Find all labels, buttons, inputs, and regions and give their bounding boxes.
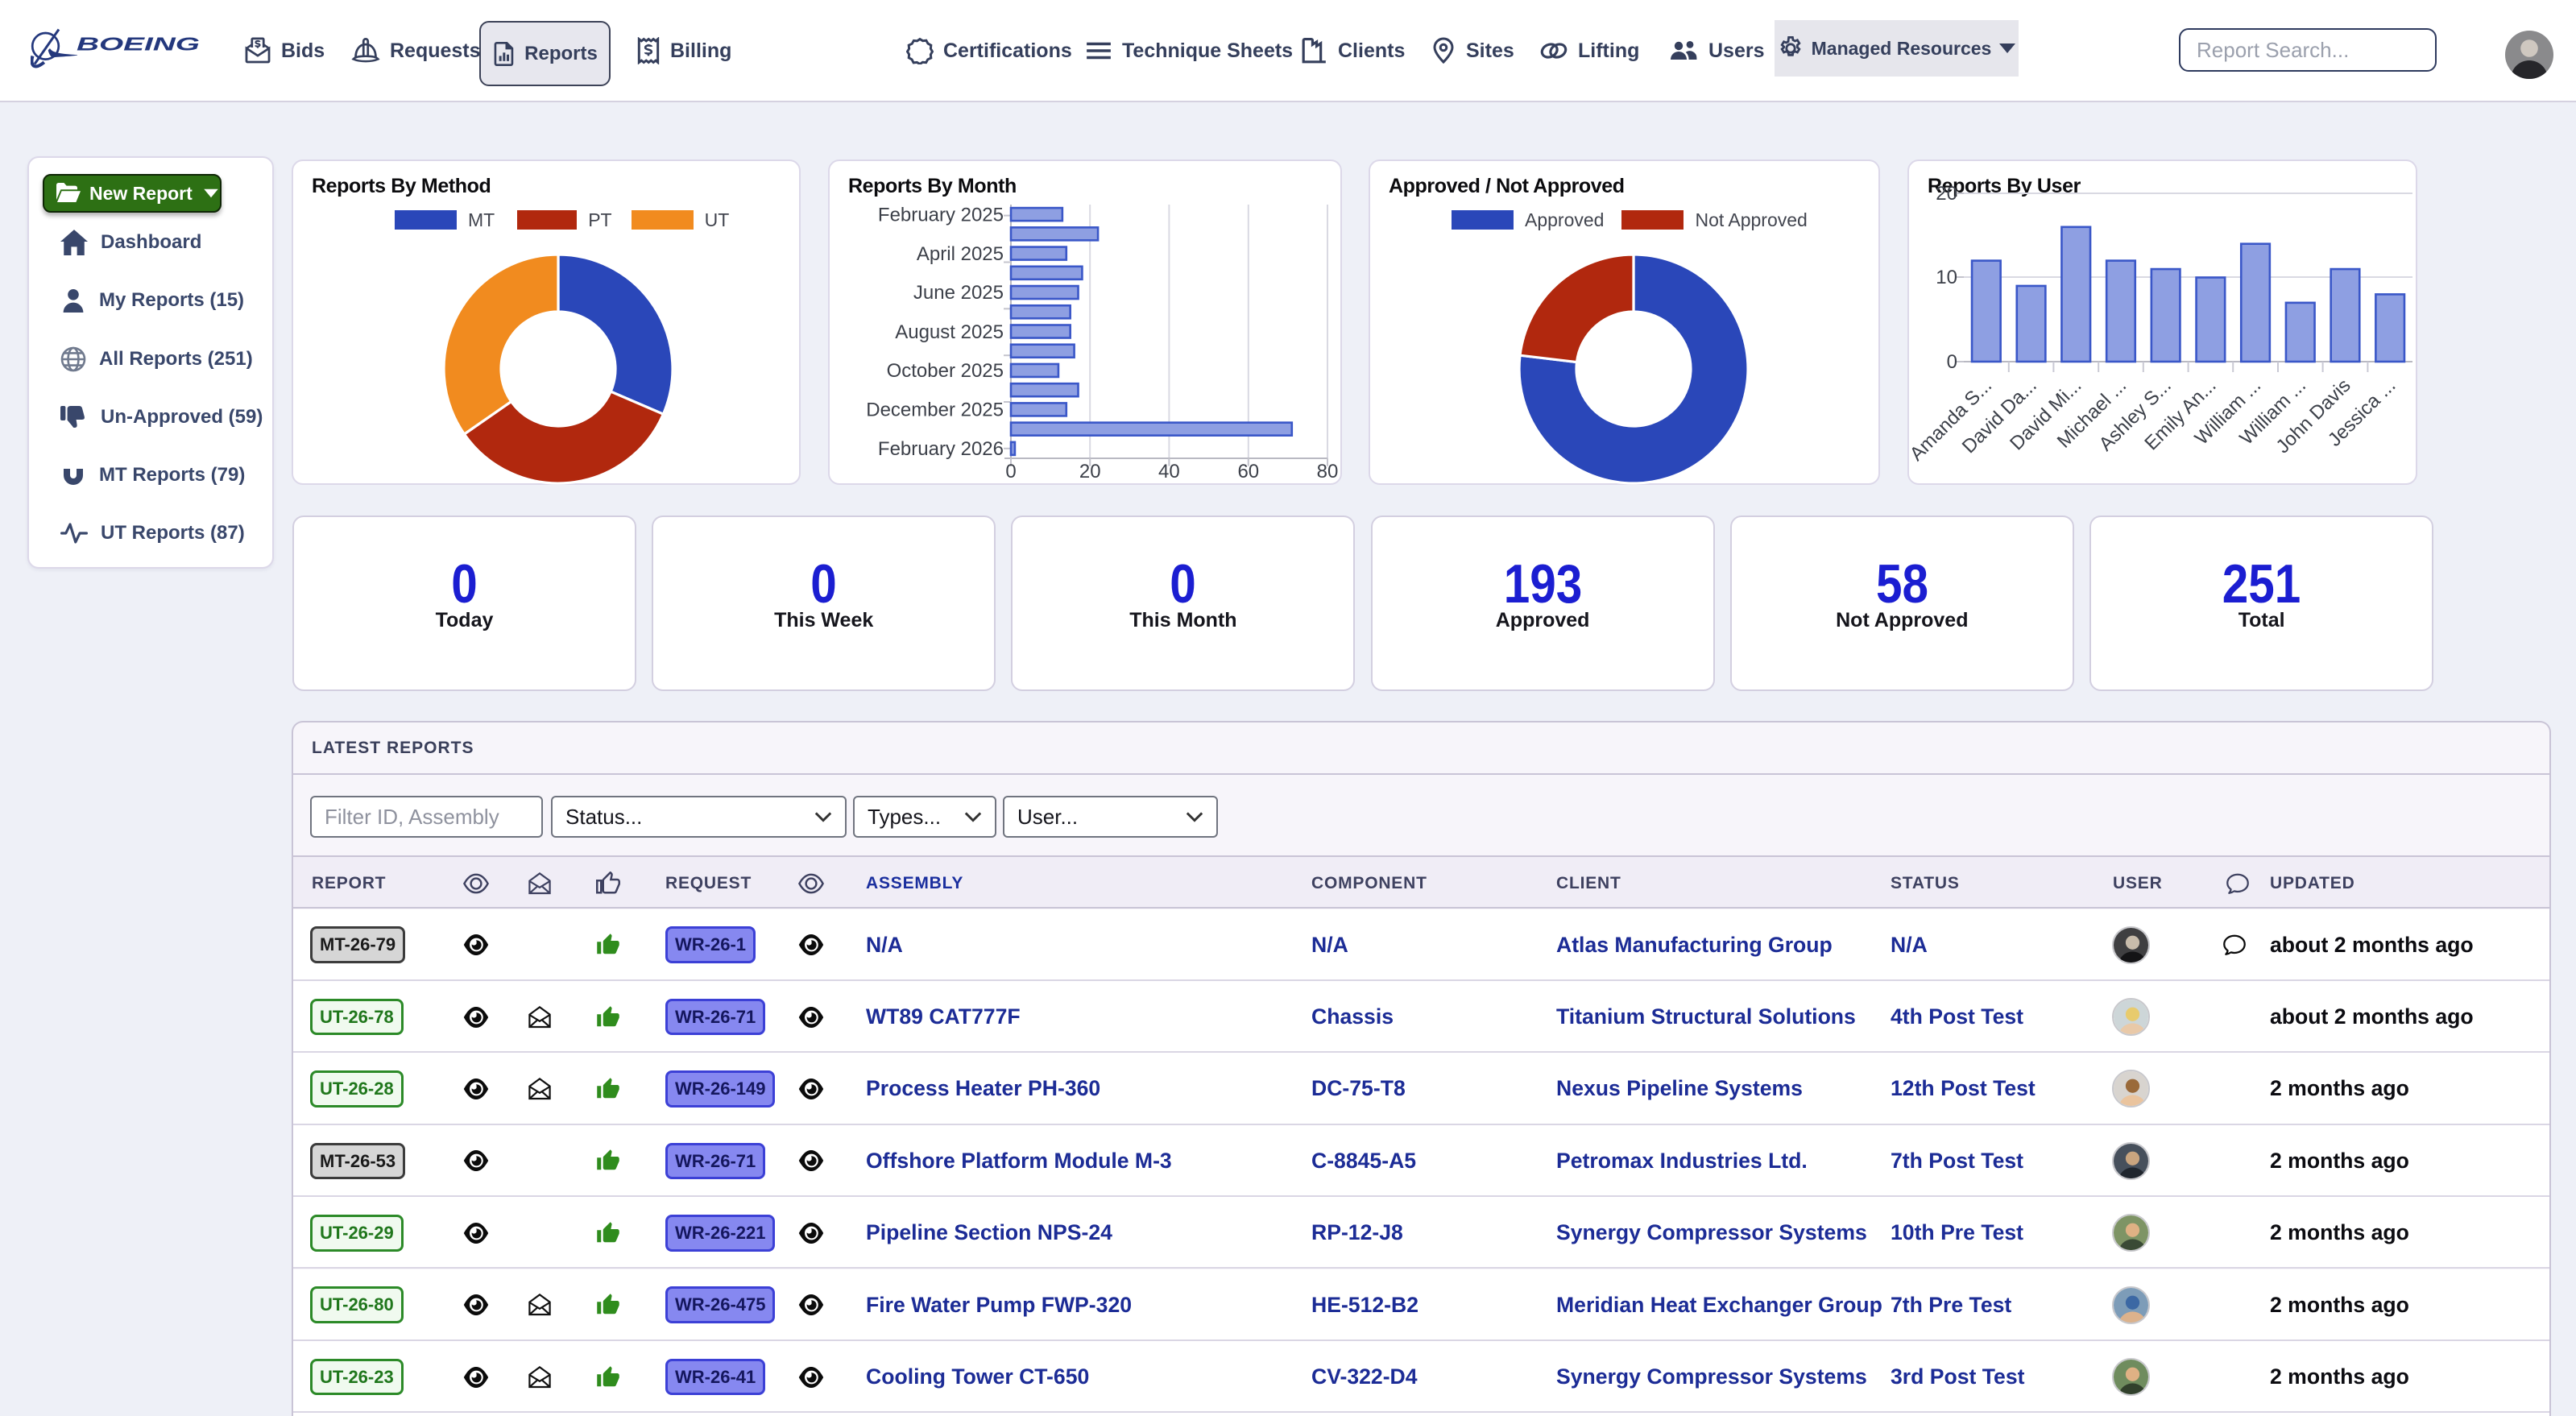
- svg-text:60: 60: [1237, 461, 1259, 482]
- svg-text:80: 80: [1317, 461, 1339, 482]
- svg-text:10: 10: [1936, 267, 1957, 288]
- svg-text:0: 0: [1005, 461, 1016, 482]
- svg-text:BOEING: BOEING: [77, 34, 200, 55]
- svg-text:40: 40: [1158, 461, 1180, 482]
- svg-text:October 2025: October 2025: [887, 360, 1004, 382]
- svg-text:April 2025: April 2025: [917, 243, 1004, 265]
- svg-text:February 2025: February 2025: [878, 204, 1004, 226]
- svg-text:August 2025: August 2025: [895, 321, 1004, 343]
- svg-text:20: 20: [1079, 461, 1101, 482]
- svg-text:February 2026: February 2026: [878, 438, 1004, 460]
- svg-text:June 2025: June 2025: [913, 282, 1004, 304]
- svg-text:0: 0: [1947, 351, 1957, 373]
- svg-text:December 2025: December 2025: [866, 400, 1004, 421]
- svg-text:20: 20: [1936, 183, 1957, 205]
